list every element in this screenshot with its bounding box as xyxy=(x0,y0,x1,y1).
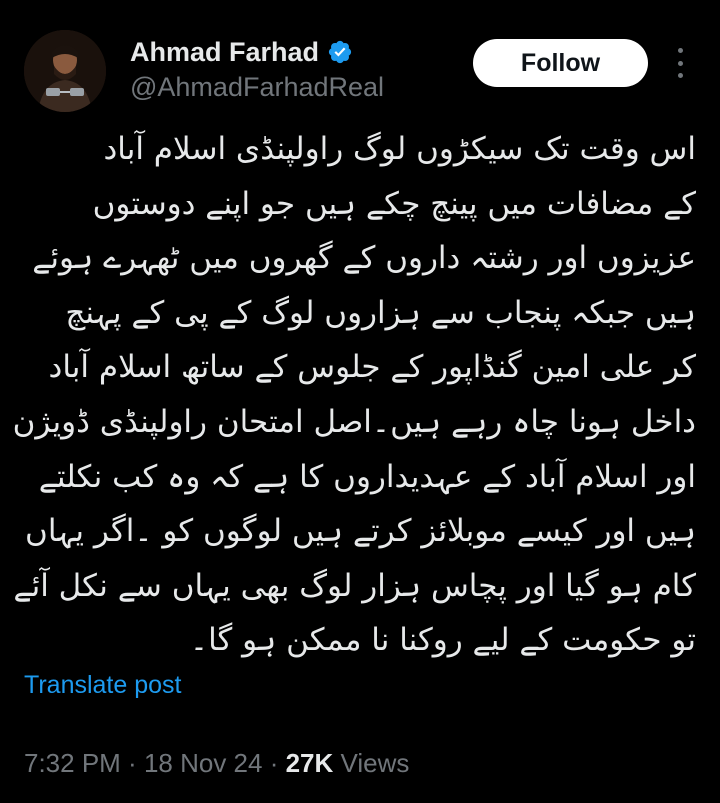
meta-separator: · xyxy=(120,748,144,778)
tweet-line: ہیں جبکہ پنجاب سے ہزاروں لوگ کے پی کے پہ… xyxy=(65,294,696,331)
tweet-header: Ahmad Farhad @AhmadFarhadReal Follow xyxy=(24,30,700,114)
tweet-line: کام ہو گیا اور پچاس ہزار لوگ بھی یہاں سے… xyxy=(13,567,696,604)
avatar[interactable] xyxy=(24,30,106,112)
more-dot xyxy=(677,48,683,53)
tweet-text: اس وقت تک سیکڑوں لوگ راولپنڈی اسلام آباد… xyxy=(12,122,696,668)
tweet-line: ہیں اور کیسے موبلائز کرتے ہیں لوگوں کو ۔… xyxy=(25,513,696,550)
tweet-line: عزیزوں اور رشتہ داروں کے گھروں میں ٹھہرے… xyxy=(32,240,696,277)
follow-button[interactable]: Follow xyxy=(473,39,648,87)
tweet-meta: 7:32 PM · 18 Nov 24 · 27K Views xyxy=(24,745,409,781)
author-handle[interactable]: @AhmadFarhadReal xyxy=(130,70,384,104)
meta-separator: · xyxy=(262,748,286,778)
display-name[interactable]: Ahmad Farhad xyxy=(130,36,319,68)
tweet-line: داخل ہونا چاہ رہے ہیں۔اصل امتحان راولپنڈ… xyxy=(12,403,696,440)
author-info: Ahmad Farhad @AhmadFarhadReal xyxy=(130,36,384,104)
more-dot xyxy=(677,60,683,66)
tweet-line: اور اسلام آباد کے عہدیداروں کا ہے کہ وہ … xyxy=(38,458,696,495)
tweet-line: کر علی امین گنڈاپور کے جلوس کے ساتھ اسلا… xyxy=(48,349,696,386)
avatar-image xyxy=(24,30,106,112)
tweet-line: کے مضافات میں پینچ چکے ہیں جو اپنے دوستو… xyxy=(92,185,696,222)
tweet-line: اس وقت تک سیکڑوں لوگ راولپنڈی اسلام آباد xyxy=(103,131,696,167)
post-date[interactable]: 18 Nov 24 xyxy=(144,748,263,778)
translate-post-link[interactable]: Translate post xyxy=(24,668,181,702)
more-dot xyxy=(677,73,683,78)
post-time[interactable]: 7:32 PM xyxy=(24,748,121,778)
views-count[interactable]: 27K xyxy=(286,748,334,778)
tweet-line: تو حکومت کے لیے روکنا نا ممکن ہو گا۔ xyxy=(189,622,696,659)
verified-badge-icon[interactable] xyxy=(327,39,353,65)
name-row: Ahmad Farhad xyxy=(130,36,384,68)
views-label: Views xyxy=(333,748,410,778)
more-horizontal-icon[interactable] xyxy=(669,48,691,78)
